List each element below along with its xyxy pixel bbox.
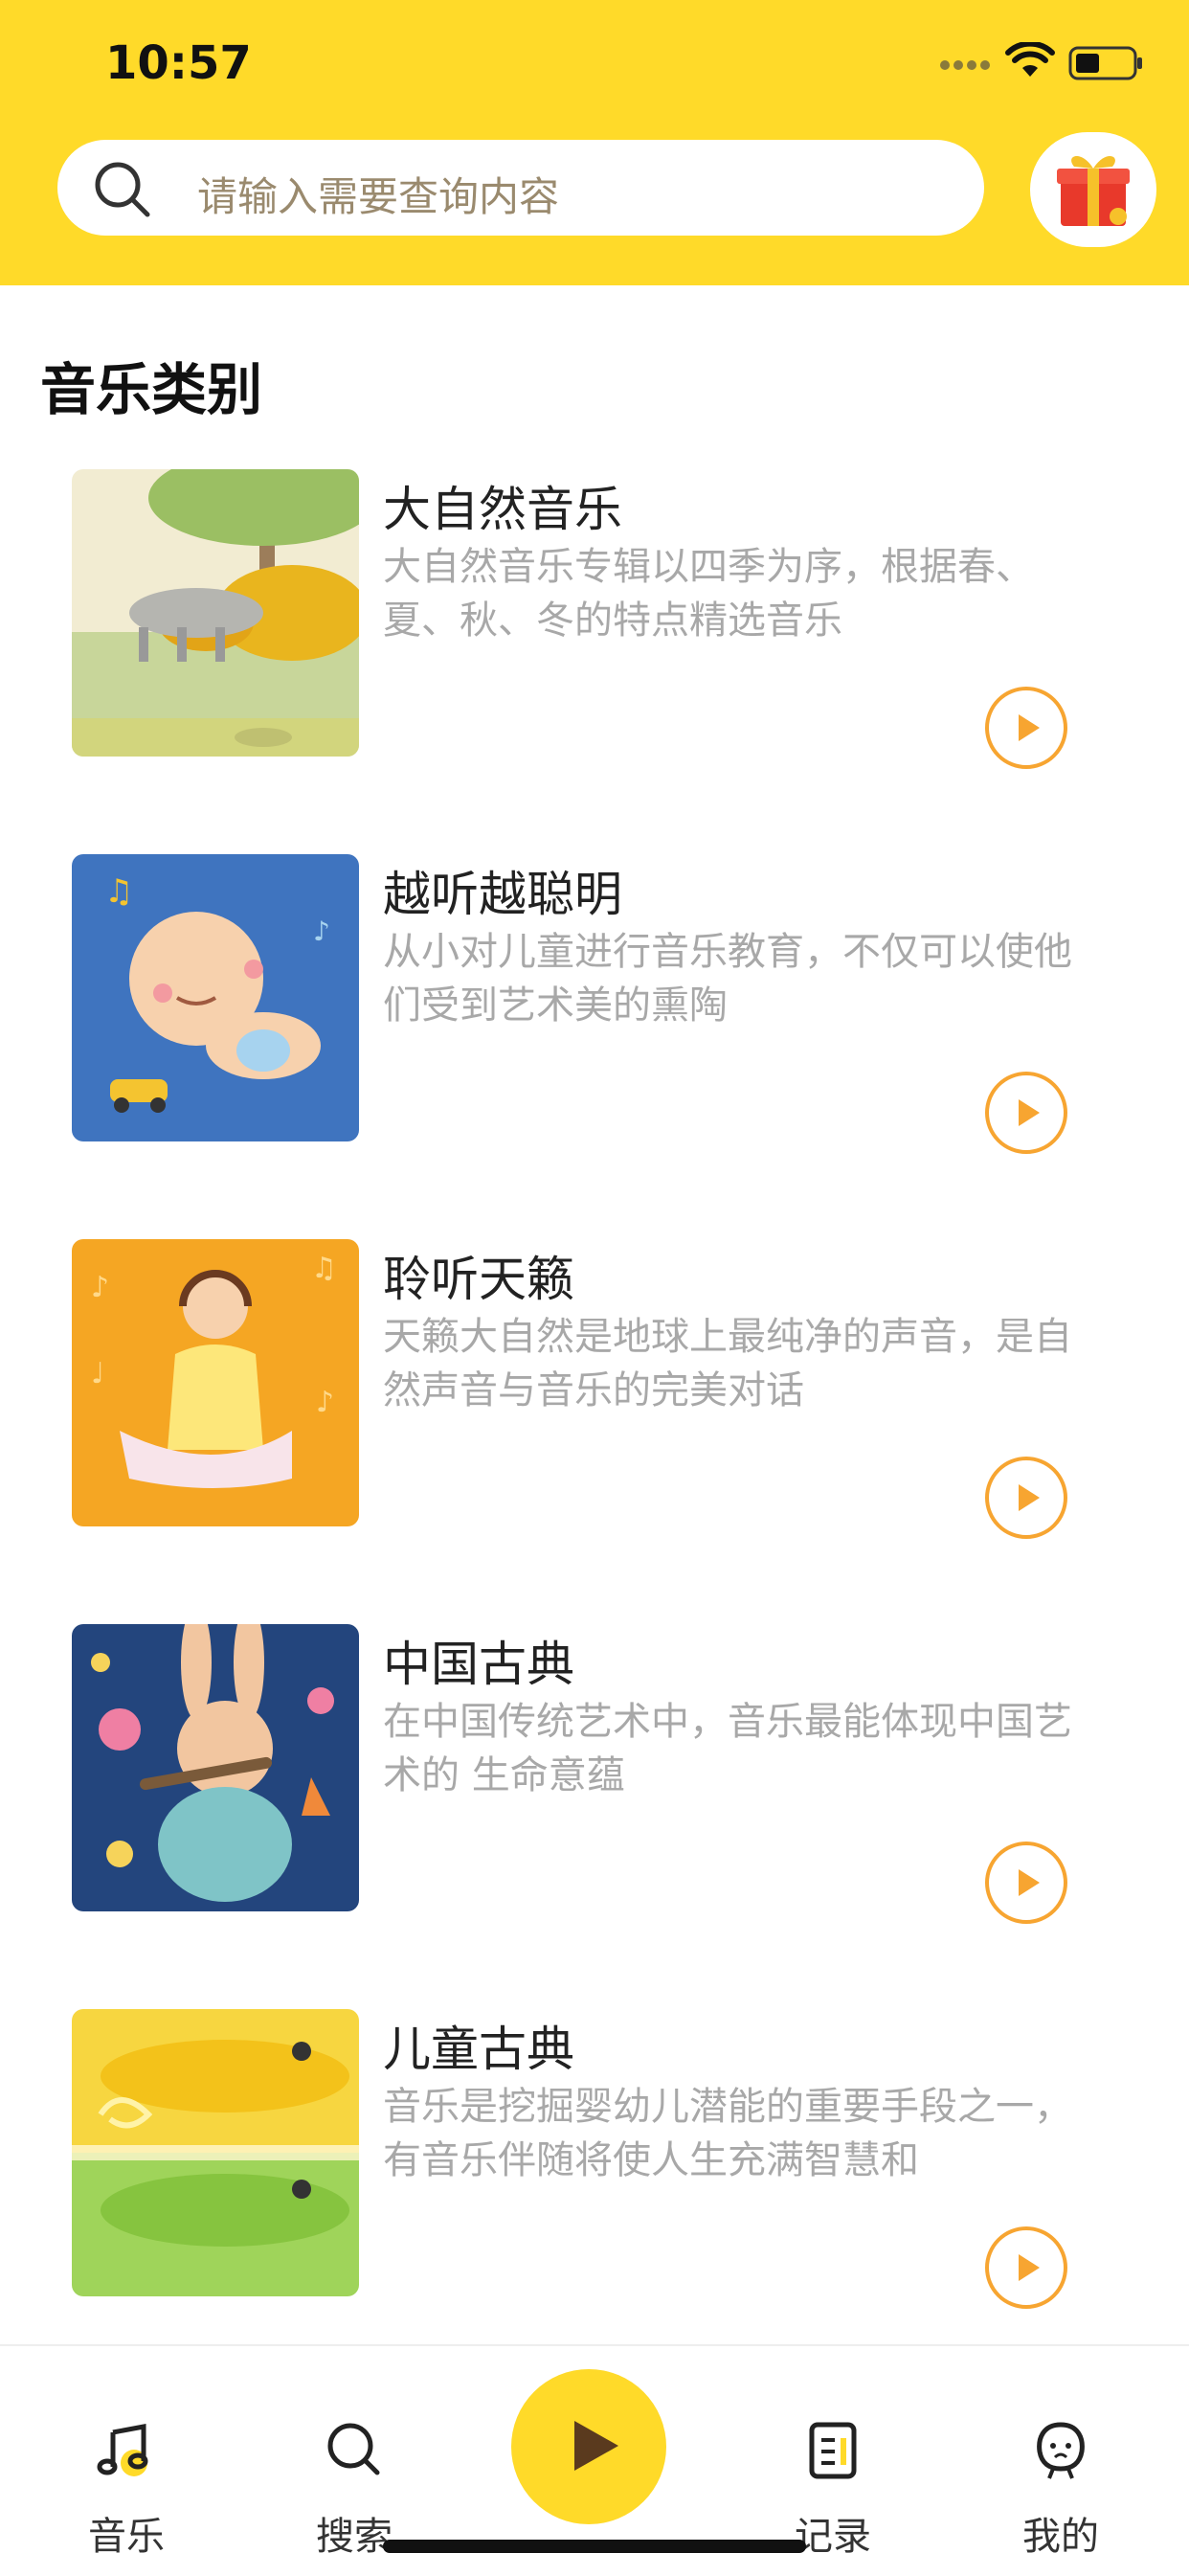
- item-title: 中国古典: [383, 1637, 574, 1692]
- profile-icon: [1037, 2422, 1085, 2479]
- tab-music[interactable]: 音乐: [50, 2384, 203, 2559]
- records-icon: [809, 2422, 857, 2479]
- tab-search[interactable]: 搜索: [278, 2384, 431, 2559]
- album-cover-baby: ♫ ♪: [72, 854, 359, 1141]
- play-button[interactable]: [984, 1841, 1068, 1925]
- item-title: 儿童古典: [383, 2022, 574, 2077]
- play-button[interactable]: [984, 1071, 1068, 1155]
- list-item[interactable]: ♫ ♪ 越听越聪明 从小对儿童进行音乐教育，不仅可以使他们受到艺术美的熏陶: [0, 854, 1189, 1161]
- item-title: 大自然音乐: [383, 482, 622, 537]
- tab-mine[interactable]: 我的: [984, 2384, 1137, 2559]
- search-icon: [95, 162, 150, 217]
- list-item[interactable]: 大自然音乐 大自然音乐专辑以四季为序，根据春、夏、秋、冬的特点精选音乐: [0, 469, 1189, 776]
- album-cover-listen: ♪ ♫ ♩ ♪: [72, 1239, 359, 1526]
- item-description: 大自然音乐专辑以四季为序，根据春、夏、秋、冬的特点精选音乐: [383, 545, 1034, 643]
- tab-mine-label: 我的: [1022, 2515, 1099, 2559]
- wifi-icon: [1005, 42, 1055, 77]
- svg-text:♫: ♫: [104, 872, 133, 911]
- top-header: 10:57 请输入需要查询内容: [0, 0, 1189, 285]
- item-description: 在中国传统艺术中，音乐最能体现中国艺术的 生命意蕴: [383, 1700, 1072, 1797]
- signal-icon: [940, 56, 998, 70]
- item-title: 越听越聪明: [383, 867, 622, 922]
- play-button[interactable]: [984, 1456, 1068, 1540]
- play-icon: [574, 2421, 618, 2471]
- gift-button[interactable]: [1030, 132, 1156, 247]
- play-button[interactable]: [984, 686, 1068, 770]
- svg-text:♪: ♪: [313, 915, 330, 947]
- item-description: 从小对儿童进行音乐教育，不仅可以使他们受到艺术美的熏陶: [383, 930, 1072, 1028]
- home-indicator: [383, 2540, 806, 2553]
- item-description: 天籁大自然是地球上最纯净的声音，是自然声音与音乐的完美对话: [383, 1315, 1072, 1412]
- gift-icon: [1057, 155, 1130, 226]
- list-item[interactable]: 儿童古典 音乐是挖掘婴幼儿潜能的重要手段之一，有音乐伴随将使人生充满智慧和: [0, 2009, 1189, 2316]
- item-title: 聆听天籁: [383, 1252, 574, 1307]
- svg-text:♪: ♪: [91, 1271, 109, 1304]
- list-item[interactable]: 中国古典 在中国传统艺术中，音乐最能体现中国艺术的 生命意蕴: [0, 1624, 1189, 1931]
- search-icon: [327, 2423, 380, 2475]
- album-cover-chinese-classical: [72, 1624, 359, 1911]
- item-description: 音乐是挖掘婴幼儿潜能的重要手段之一，有音乐伴随将使人生充满智慧和: [383, 2085, 1072, 2182]
- list-item[interactable]: ♪ ♫ ♩ ♪ 聆听天籁 天籁大自然是地球上最纯净的声音，是自然声音与音乐的完美…: [0, 1239, 1189, 1546]
- album-cover-nature: [72, 469, 359, 757]
- tab-records[interactable]: 记录: [756, 2384, 909, 2559]
- svg-text:♩: ♩: [91, 1357, 104, 1390]
- battery-icon: [1068, 46, 1142, 80]
- status-time: 10:57: [105, 36, 252, 90]
- svg-text:♪: ♪: [316, 1386, 334, 1419]
- play-button[interactable]: [984, 2226, 1068, 2310]
- music-note-icon: [97, 2423, 148, 2476]
- tab-music-label: 音乐: [88, 2515, 165, 2559]
- section-title: 音乐类别: [40, 357, 263, 422]
- album-cover-kids-classical: [72, 2009, 359, 2296]
- svg-text:♫: ♫: [311, 1252, 337, 1285]
- search-placeholder: 请输入需要查询内容: [197, 173, 560, 220]
- search-input[interactable]: 请输入需要查询内容: [57, 140, 984, 236]
- center-play-button[interactable]: [511, 2369, 666, 2524]
